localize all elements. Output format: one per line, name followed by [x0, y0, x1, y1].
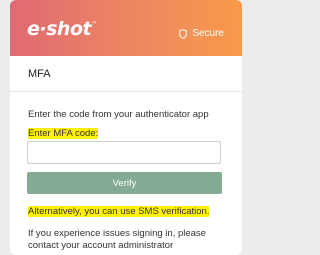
eshot-logo: e·shot™	[27, 18, 97, 40]
mfa-code-label: Enter MFA code:	[28, 128, 99, 139]
sms-verification-link[interactable]: use SMS verification.	[120, 206, 210, 217]
verify-button[interactable]: Verify	[27, 172, 222, 194]
secure-indicator: Secure	[179, 28, 224, 39]
secure-label: Secure	[192, 28, 224, 39]
help-text-line1: If you experience issues signing in, ple…	[28, 228, 206, 239]
shield-icon	[179, 28, 188, 39]
sms-prefix: Alternatively, you can	[28, 206, 121, 217]
sms-alternative: Alternatively, you can use SMS verificat…	[28, 206, 210, 217]
mfa-code-label-wrap: Enter MFA code:	[28, 128, 99, 139]
instructions-text: Enter the code from your authenticator a…	[28, 109, 209, 120]
title-bar: MFA	[10, 56, 242, 92]
help-text-line2: contact your account administrator	[28, 240, 174, 251]
mfa-code-input[interactable]	[27, 141, 221, 164]
login-card: e·shot™ Secure MFA Enter the code from y…	[10, 0, 242, 255]
page-title: MFA	[28, 68, 51, 80]
header-banner: e·shot™ Secure	[10, 0, 242, 56]
